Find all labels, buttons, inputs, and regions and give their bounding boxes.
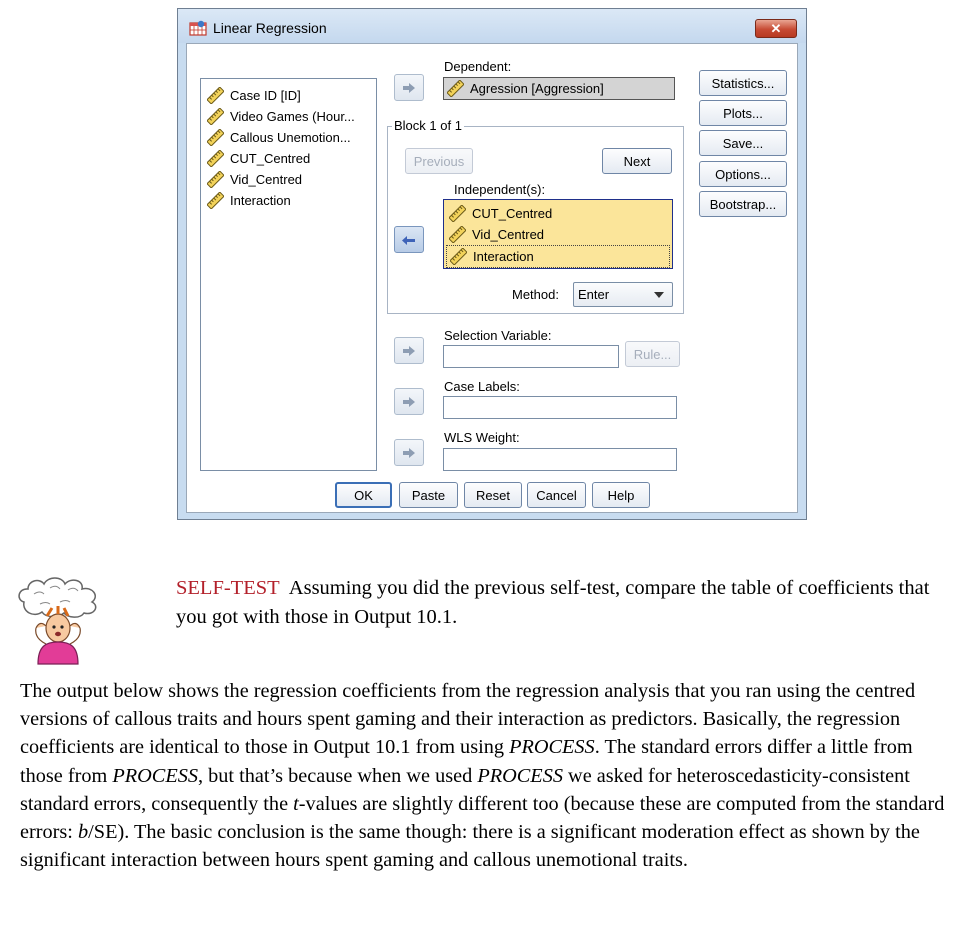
variable-list[interactable]: Case ID [ID] Video Games (Hour... Callou… bbox=[200, 78, 377, 471]
variable-label: CUT_Centred bbox=[230, 151, 311, 166]
method-value: Enter bbox=[578, 287, 610, 302]
arrow-right-icon bbox=[403, 396, 415, 407]
help-button-label: Help bbox=[607, 487, 635, 503]
move-to-dependent-button[interactable] bbox=[394, 74, 424, 101]
self-test-label: SELF-TEST bbox=[176, 577, 280, 599]
bootstrap-button[interactable]: Bootstrap... bbox=[699, 191, 787, 217]
arrow-right-icon bbox=[403, 447, 415, 458]
wls-weight-label: WLS Weight: bbox=[444, 430, 520, 445]
method-select[interactable]: Enter bbox=[573, 282, 673, 307]
variable-label: Video Games (Hour... bbox=[230, 109, 355, 124]
spss-app-icon bbox=[189, 20, 207, 36]
move-to-independent-button[interactable] bbox=[394, 226, 424, 253]
independent-item[interactable]: Vid_Centred bbox=[446, 224, 670, 245]
previous-button-label: Previous bbox=[413, 153, 465, 169]
method-label: Method: bbox=[512, 287, 559, 302]
move-to-wls-weight-button[interactable] bbox=[394, 439, 424, 466]
help-button[interactable]: Help bbox=[592, 482, 650, 508]
next-button-label: Next bbox=[623, 153, 651, 169]
close-icon: ✕ bbox=[770, 20, 782, 36]
independent-item-label: Interaction bbox=[473, 249, 534, 264]
rule-button-label: Rule... bbox=[633, 346, 672, 362]
scale-variable-icon bbox=[207, 108, 224, 125]
self-test-text: Assuming you did the previous self-test,… bbox=[176, 577, 930, 628]
options-button[interactable]: Options... bbox=[699, 161, 787, 187]
variable-item[interactable]: Video Games (Hour... bbox=[207, 106, 376, 127]
scale-variable-icon bbox=[447, 80, 464, 97]
independent-label: Independent(s): bbox=[454, 182, 546, 197]
save-button-label: Save... bbox=[722, 135, 764, 151]
move-to-selection-button[interactable] bbox=[394, 337, 424, 364]
title-bar[interactable]: Linear Regression ✕ bbox=[178, 9, 806, 43]
cancel-button-label: Cancel bbox=[536, 487, 577, 503]
self-test-brain-icon bbox=[18, 577, 97, 665]
selection-variable-field[interactable] bbox=[443, 345, 619, 368]
variable-item[interactable]: CUT_Centred bbox=[207, 148, 376, 169]
linear-regression-dialog: Linear Regression ✕ Case ID [ID] Video G… bbox=[177, 8, 807, 520]
variable-item[interactable]: Case ID [ID] bbox=[207, 85, 376, 106]
dependent-field[interactable]: Agression [Aggression] bbox=[443, 77, 675, 100]
reset-button-label: Reset bbox=[476, 487, 510, 503]
scale-variable-icon bbox=[207, 129, 224, 146]
independent-item[interactable]: CUT_Centred bbox=[446, 203, 670, 224]
arrow-back-icon bbox=[402, 232, 415, 245]
self-test-box: SELF-TEST Assuming you did the previous … bbox=[176, 574, 946, 632]
dialog-body: Case ID [ID] Video Games (Hour... Callou… bbox=[186, 43, 798, 513]
scale-variable-icon bbox=[207, 171, 224, 188]
scale-variable-icon bbox=[449, 226, 466, 243]
scale-variable-icon bbox=[207, 87, 224, 104]
chevron-down-icon bbox=[654, 292, 664, 298]
scale-variable-icon bbox=[207, 192, 224, 209]
arrow-right-icon bbox=[403, 345, 415, 356]
variable-label: Callous Unemotion... bbox=[230, 130, 351, 145]
statistics-button-label: Statistics... bbox=[711, 75, 775, 91]
paragraph-emphasis: PROCESS bbox=[509, 736, 595, 759]
arrow-right-icon bbox=[403, 82, 415, 93]
plots-button[interactable]: Plots... bbox=[699, 100, 787, 126]
next-button[interactable]: Next bbox=[602, 148, 672, 174]
scale-variable-icon bbox=[207, 150, 224, 167]
cancel-button[interactable]: Cancel bbox=[527, 482, 586, 508]
block-label: Block 1 of 1 bbox=[392, 118, 464, 133]
case-labels-field[interactable] bbox=[443, 396, 677, 419]
reset-button[interactable]: Reset bbox=[464, 482, 522, 508]
dependent-value: Agression [Aggression] bbox=[470, 81, 604, 96]
case-labels-label: Case Labels: bbox=[444, 379, 520, 394]
move-to-case-labels-button[interactable] bbox=[394, 388, 424, 415]
variable-label: Case ID [ID] bbox=[230, 88, 301, 103]
window-title: Linear Regression bbox=[213, 20, 327, 36]
body-paragraph: The output below shows the regression co… bbox=[20, 677, 950, 874]
plots-button-label: Plots... bbox=[723, 105, 763, 121]
previous-button[interactable]: Previous bbox=[405, 148, 473, 174]
paragraph-emphasis: PROCESS bbox=[477, 764, 563, 787]
variable-item[interactable]: Callous Unemotion... bbox=[207, 127, 376, 148]
options-button-label: Options... bbox=[715, 166, 771, 182]
paragraph-text: /SE). The basic conclusion is the same t… bbox=[20, 821, 920, 872]
independent-item-label: Vid_Centred bbox=[472, 227, 545, 242]
independent-item-label: CUT_Centred bbox=[472, 206, 553, 221]
paragraph-text: , but that’s because when we used bbox=[198, 764, 478, 787]
statistics-button[interactable]: Statistics... bbox=[699, 70, 787, 96]
dependent-label: Dependent: bbox=[444, 59, 512, 74]
variable-item[interactable]: Interaction bbox=[207, 190, 376, 211]
wls-weight-field[interactable] bbox=[443, 448, 677, 471]
bootstrap-button-label: Bootstrap... bbox=[709, 196, 777, 212]
variable-label: Interaction bbox=[230, 193, 291, 208]
save-button[interactable]: Save... bbox=[699, 130, 787, 156]
variable-item[interactable]: Vid_Centred bbox=[207, 169, 376, 190]
scale-variable-icon bbox=[450, 248, 467, 265]
paste-button[interactable]: Paste bbox=[399, 482, 458, 508]
selection-variable-label: Selection Variable: bbox=[444, 328, 552, 343]
rule-button[interactable]: Rule... bbox=[625, 341, 680, 367]
scale-variable-icon bbox=[449, 205, 466, 222]
paragraph-emphasis: b bbox=[78, 821, 89, 844]
close-button[interactable]: ✕ bbox=[755, 19, 797, 38]
independent-item[interactable]: Interaction bbox=[446, 245, 670, 268]
paragraph-emphasis: PROCESS bbox=[112, 764, 198, 787]
paste-button-label: Paste bbox=[411, 487, 446, 503]
ok-button[interactable]: OK bbox=[335, 482, 392, 508]
variable-label: Vid_Centred bbox=[230, 172, 303, 187]
independent-list[interactable]: CUT_Centred Vid_Centred Interaction bbox=[443, 199, 673, 269]
ok-button-label: OK bbox=[354, 487, 373, 503]
